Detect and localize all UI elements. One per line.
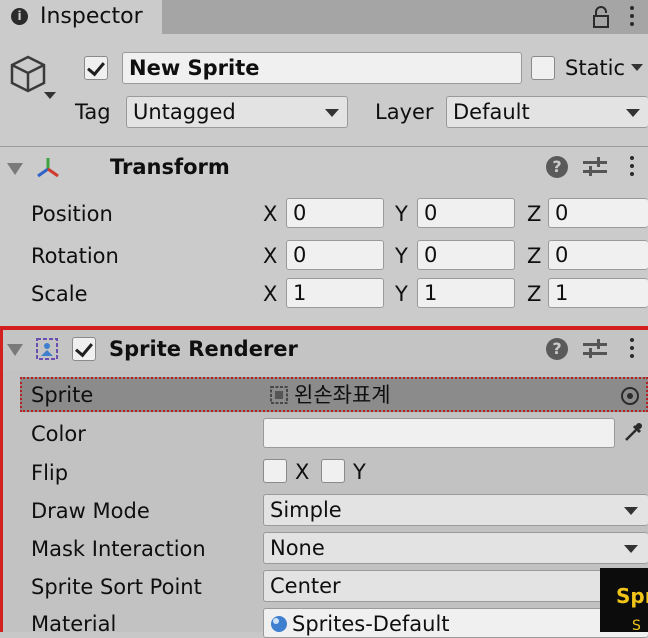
- tag-label: Tag: [75, 100, 111, 124]
- layer-label: Layer: [375, 100, 434, 124]
- axis-x-label: X: [263, 202, 278, 226]
- tab-bar: i Inspector: [0, 0, 648, 34]
- tab-inspector[interactable]: i Inspector: [0, 0, 162, 34]
- flip-y-checkbox[interactable]: [321, 459, 345, 483]
- material-sphere-icon: [271, 616, 287, 632]
- sprite-renderer-icon: [36, 338, 58, 360]
- component-menu-icon[interactable]: [628, 154, 636, 180]
- chevron-down-icon: [624, 507, 638, 515]
- chevron-down-icon: [325, 109, 339, 117]
- mask-interaction-label: Mask Interaction: [31, 537, 206, 561]
- tag-dropdown[interactable]: Untagged: [126, 96, 348, 128]
- help-icon[interactable]: ?: [546, 156, 568, 178]
- preset-sliders-icon[interactable]: [583, 338, 607, 360]
- transform-axes-icon: [37, 158, 59, 178]
- axis-x-label: X: [263, 282, 278, 306]
- flip-x-label: X: [295, 460, 310, 484]
- axis-y-label: Y: [395, 244, 408, 268]
- material-field[interactable]: Sprites-Default: [263, 608, 648, 638]
- foldout-arrow-icon[interactable]: [7, 163, 23, 175]
- mask-interaction-value: None: [270, 536, 325, 560]
- flip-label: Flip: [31, 461, 69, 485]
- position-z-field[interactable]: 0: [548, 198, 648, 228]
- tab-menu-icon[interactable]: [628, 4, 636, 30]
- mask-interaction-dropdown[interactable]: None: [263, 532, 648, 564]
- color-label: Color: [31, 422, 86, 446]
- axis-z-label: Z: [527, 244, 542, 268]
- position-x-field[interactable]: 0: [286, 198, 384, 228]
- position-label: Position: [31, 202, 113, 226]
- object-name-field[interactable]: New Sprite: [122, 52, 522, 84]
- sprite-renderer-enabled-checkbox[interactable]: [72, 337, 96, 361]
- draw-mode-value: Simple: [270, 498, 342, 522]
- object-header: New Sprite Static Tag Untagged Layer Def…: [0, 34, 648, 146]
- static-label: Static: [565, 56, 626, 80]
- sprite-value[interactable]: 왼손좌표계: [294, 381, 391, 409]
- axis-y-label: Y: [395, 202, 408, 226]
- active-checkbox[interactable]: [84, 56, 108, 80]
- sprite-property-row[interactable]: Sprite 왼손좌표계: [20, 377, 648, 412]
- highlight-border-top: [0, 326, 648, 330]
- tag-value: Untagged: [133, 100, 236, 124]
- transform-header[interactable]: Transform ?: [0, 146, 648, 188]
- axis-y-label: Y: [395, 282, 408, 306]
- scale-z-field[interactable]: 1: [548, 278, 648, 308]
- sprite-sort-point-dropdown[interactable]: Center: [263, 570, 648, 602]
- rotation-label: Rotation: [31, 244, 119, 268]
- flip-x-checkbox[interactable]: [263, 459, 287, 483]
- material-label: Material: [31, 612, 117, 636]
- sprite-sort-point-value: Center: [270, 574, 341, 598]
- layer-value: Default: [453, 100, 530, 124]
- draw-mode-dropdown[interactable]: Simple: [263, 494, 648, 526]
- sprite-renderer-header[interactable]: Sprite Renderer ?: [0, 330, 648, 370]
- scale-x-field[interactable]: 1: [286, 278, 384, 308]
- transform-body: Position X 0 Y 0 Z 0 Rotation X 0 Y 0 Z …: [0, 188, 648, 326]
- component-title: Transform: [110, 155, 230, 179]
- lock-icon[interactable]: [592, 5, 610, 29]
- sprite-label: Sprite: [31, 383, 94, 407]
- eyedropper-icon[interactable]: [622, 420, 644, 444]
- draw-mode-label: Draw Mode: [31, 499, 150, 523]
- rotation-z-field[interactable]: 0: [548, 240, 648, 270]
- component-title: Sprite Renderer: [109, 337, 298, 361]
- flip-y-label: Y: [353, 460, 366, 484]
- icon-dropdown-arrow-icon[interactable]: [44, 92, 56, 99]
- scale-label: Scale: [31, 282, 88, 306]
- component-menu-icon[interactable]: [628, 336, 636, 362]
- foldout-arrow-icon[interactable]: [7, 344, 23, 356]
- highlight-border-left: [0, 326, 3, 632]
- axis-z-label: Z: [527, 202, 542, 226]
- scale-y-field[interactable]: 1: [417, 278, 515, 308]
- rotation-y-field[interactable]: 0: [417, 240, 515, 270]
- color-field[interactable]: [263, 418, 615, 448]
- preset-sliders-icon[interactable]: [583, 156, 607, 178]
- chevron-down-icon: [624, 545, 638, 553]
- material-value: Sprites-Default: [292, 612, 450, 636]
- static-checkbox[interactable]: [531, 56, 555, 80]
- axis-x-label: X: [263, 244, 278, 268]
- sprite-asset-icon: [270, 386, 288, 404]
- info-icon: i: [11, 8, 28, 25]
- rotation-x-field[interactable]: 0: [286, 240, 384, 270]
- sprite-sort-point-label: Sprite Sort Point: [31, 575, 202, 599]
- tab-label: Inspector: [40, 4, 143, 29]
- help-icon[interactable]: ?: [546, 338, 568, 360]
- tooltip-title: Spr: [616, 584, 648, 608]
- object-picker-icon[interactable]: [620, 386, 640, 406]
- layer-dropdown[interactable]: Default: [446, 96, 648, 128]
- position-y-field[interactable]: 0: [417, 198, 515, 228]
- chevron-down-icon: [626, 109, 640, 117]
- axis-z-label: Z: [527, 282, 542, 306]
- gameobject-cube-icon: [10, 55, 46, 93]
- static-dropdown-arrow-icon[interactable]: [631, 64, 643, 71]
